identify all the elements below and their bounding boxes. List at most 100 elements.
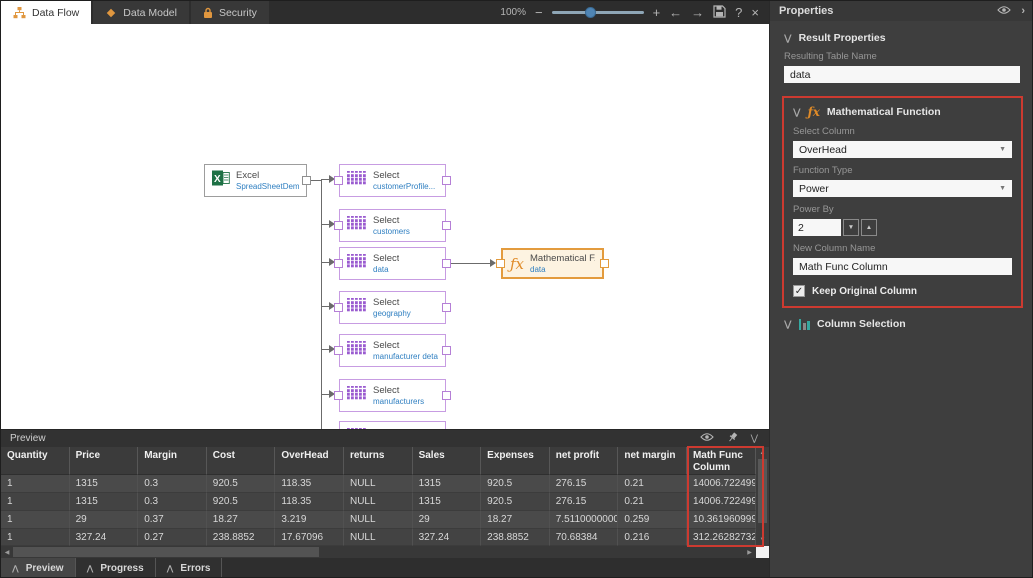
collapse-panel-icon[interactable]: › (1021, 5, 1025, 17)
select-node[interactable]: Select customerProfile... (339, 164, 446, 197)
output-port[interactable] (600, 259, 609, 268)
table-row[interactable]: 1 1315 0.3 920.5 118.35 NULL 1315 920.5 276.15 0.… (1, 475, 756, 493)
select-node[interactable]: Select (339, 421, 446, 429)
output-port[interactable] (442, 303, 451, 312)
column-selection-section-header[interactable]: ⋁ Column Selection (784, 318, 1020, 330)
select-node[interactable]: Select manufacturer deta... (339, 334, 446, 367)
horizontal-scrollbar-thumb[interactable] (13, 547, 319, 557)
math-function-section-header[interactable]: ⋁ ƒx Mathematical Function (793, 105, 1012, 119)
preview-panel: Preview ⋁ Quantity Price Margin Cost OverHea… (1, 429, 769, 558)
table-row[interactable]: 1 29 0.37 18.27 3.219 NULL 29 18.27 7.511000000 0… (1, 511, 756, 529)
new-column-name-input[interactable]: Math Func Column (793, 258, 1012, 275)
column-header[interactable]: net profit (549, 447, 619, 475)
stepper-up-button[interactable]: ▲ (861, 219, 877, 236)
column-header[interactable]: returns (343, 447, 413, 475)
column-header[interactable]: Quantity (1, 447, 70, 475)
tab-label: Data Model (123, 6, 177, 19)
output-port[interactable] (302, 176, 311, 185)
node-title: Mathematical F... (530, 252, 595, 264)
table-cell: 0.3 (138, 493, 207, 511)
chevron-down-icon: ⋁ (784, 32, 792, 43)
select-node[interactable]: Select manufacturers (339, 379, 446, 412)
tab-label: Data Flow (32, 6, 80, 19)
table-cell: 920.5 (481, 475, 550, 493)
input-port[interactable] (334, 259, 343, 268)
scroll-down-icon[interactable]: ▼ (756, 534, 769, 546)
pin-icon[interactable] (727, 431, 738, 446)
output-port[interactable] (442, 391, 451, 400)
annotation-box-math-function: ⋁ ƒx Mathematical Function Select Column… (782, 96, 1023, 308)
scroll-up-icon[interactable]: ▲ (756, 447, 769, 459)
save-button[interactable] (713, 5, 726, 20)
column-header[interactable]: Margin (138, 447, 207, 475)
stepper-down-button[interactable]: ▼ (843, 219, 859, 236)
scroll-left-icon[interactable]: ◀ (1, 546, 13, 558)
column-header[interactable]: Sales (412, 447, 482, 475)
help-button[interactable]: ? (735, 6, 742, 19)
table-cell: 1315 (69, 493, 139, 511)
output-port[interactable] (442, 221, 451, 230)
horizontal-scrollbar[interactable]: ◀ ▶ (1, 546, 769, 558)
bottom-tab-progress[interactable]: ⋀ Progress (75, 558, 156, 577)
column-header[interactable]: net margin (618, 447, 687, 475)
vertical-scrollbar[interactable]: ▲ ▼ (756, 447, 769, 546)
output-port[interactable] (442, 346, 451, 355)
tab-label: Preview (25, 563, 64, 574)
redo-button[interactable]: → (691, 6, 704, 19)
input-port[interactable] (334, 221, 343, 230)
table-row[interactable]: 1 1315 0.3 920.5 118.35 NULL 1315 920.5 276.15 0.… (1, 493, 756, 511)
tab-security[interactable]: Security (190, 1, 269, 24)
close-button[interactable]: × (751, 6, 759, 19)
input-port[interactable] (334, 176, 343, 185)
node-title: Excel (236, 169, 260, 181)
power-by-input[interactable]: 2 (793, 219, 841, 236)
node-subtitle: manufacturers (373, 396, 425, 406)
select-node[interactable]: Select data (339, 247, 446, 280)
tab-data-flow[interactable]: Data Flow (1, 1, 92, 24)
tab-data-model[interactable]: Data Model (93, 1, 189, 24)
select-column-dropdown[interactable]: OverHead ▼ (793, 141, 1012, 158)
output-port[interactable] (442, 259, 451, 268)
eye-icon[interactable] (699, 432, 714, 445)
zoom-in-button[interactable]: + (653, 6, 661, 19)
zoom-out-button[interactable]: − (535, 6, 543, 19)
eye-icon[interactable] (997, 5, 1012, 18)
table-cell: 0.21 (618, 493, 687, 511)
input-port[interactable] (334, 346, 343, 355)
column-header[interactable]: Cost (206, 447, 276, 475)
vertical-scrollbar-thumb[interactable] (758, 459, 767, 523)
input-port[interactable] (496, 259, 505, 268)
table-row[interactable]: 1 327.24 0.27 238.8852 17.67096 NULL 327.24 238… (1, 529, 756, 546)
excel-source-node[interactable]: X Excel SpreadSheetDemo I... (204, 164, 307, 197)
canvas-toolbar: 100% − + ← → ? × (500, 1, 769, 24)
zoom-level: 100% (500, 7, 526, 18)
scroll-right-icon[interactable]: ▶ (743, 546, 756, 558)
zoom-slider[interactable] (551, 7, 644, 19)
column-header[interactable]: Expenses (481, 447, 550, 475)
result-properties-section-header[interactable]: ⋁ Result Properties (784, 32, 1020, 44)
select-node[interactable]: Select geography (339, 291, 446, 324)
zoom-slider-handle[interactable] (584, 7, 596, 18)
function-type-dropdown[interactable]: Power ▼ (793, 180, 1012, 197)
table-cell: 70.68384 (549, 529, 619, 546)
bottom-tab-preview[interactable]: ⋀ Preview (1, 558, 76, 577)
column-header[interactable]: Math Func Column (686, 447, 756, 475)
column-header[interactable]: Price (69, 447, 139, 475)
mathematical-function-node[interactable]: ƒx Mathematical F... data (501, 248, 604, 279)
column-header[interactable]: OverHead (275, 447, 344, 475)
node-subtitle: data (530, 264, 546, 274)
undo-button[interactable]: ← (669, 6, 682, 19)
input-port[interactable] (334, 391, 343, 400)
connector-trunk-line (321, 180, 322, 429)
node-subtitle: SpreadSheetDemo I... (236, 181, 299, 191)
select-node[interactable]: Select customers (339, 209, 446, 242)
input-port[interactable] (334, 303, 343, 312)
dataflow-canvas[interactable]: X Excel SpreadSheetDemo I... ƒx Mathemat… (1, 24, 769, 429)
output-port[interactable] (442, 176, 451, 185)
keep-original-checkbox[interactable]: ✓ (793, 285, 805, 297)
chevron-down-icon: ⋁ (793, 106, 801, 117)
table-cell: 1 (1, 475, 70, 493)
resulting-table-name-input[interactable]: data (784, 66, 1020, 83)
collapse-preview-icon[interactable]: ⋁ (751, 433, 758, 444)
bottom-tab-errors[interactable]: ⋀ Errors (155, 558, 223, 577)
